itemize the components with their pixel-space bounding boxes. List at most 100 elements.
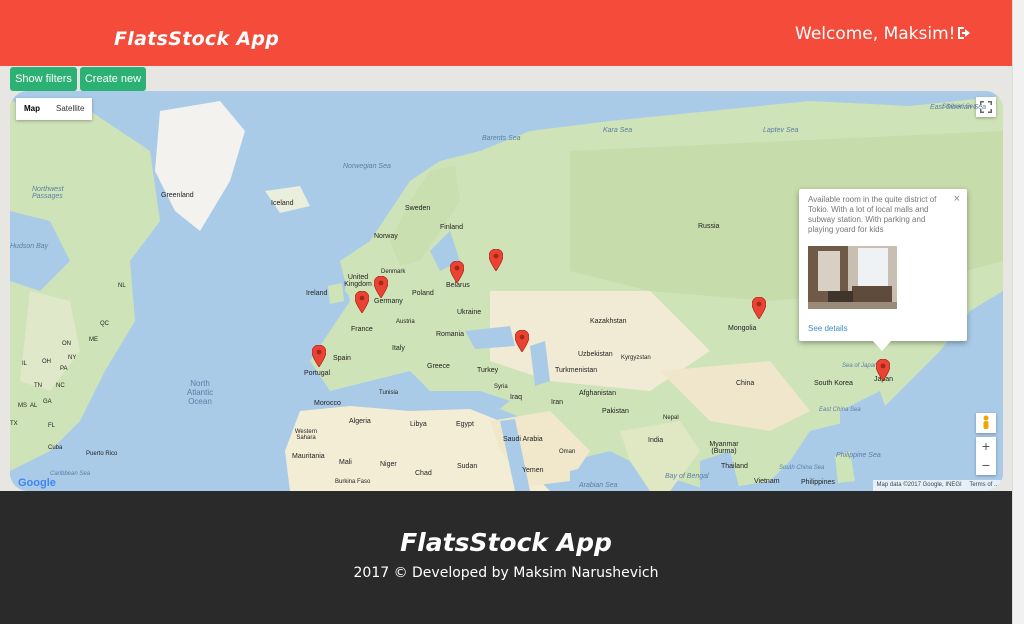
property-description: Available room in the quite district of … xyxy=(808,195,937,234)
label-arabian-sea: Arabian Sea xyxy=(579,482,618,489)
zoom-out-button[interactable]: − xyxy=(976,456,996,475)
label-turkmenistan: Turkmenistan xyxy=(555,367,598,374)
label-morocco: Morocco xyxy=(314,400,341,407)
label-tn: TN xyxy=(34,383,42,389)
brand-logo[interactable]: FlatsStock App xyxy=(114,28,279,50)
map-type-map[interactable]: Map xyxy=(16,98,48,120)
show-filters-button[interactable]: Show filters xyxy=(10,67,77,91)
label-qc: QC xyxy=(100,321,109,327)
label-afghanistan: Afghanistan xyxy=(579,390,616,397)
property-marker[interactable] xyxy=(355,291,369,313)
label-ny: NY xyxy=(68,355,77,361)
label-bay-of-bengal: Bay of Bengal xyxy=(665,473,709,480)
logout-icon[interactable] xyxy=(956,25,972,41)
label-iceland: Iceland xyxy=(271,200,294,207)
label-united-kingdom: United Kingdom xyxy=(344,274,372,288)
label-austria: Austria xyxy=(396,319,415,325)
label-uzbekistan: Uzbekistan xyxy=(578,351,613,358)
label-pa: PA xyxy=(60,366,68,372)
map-view[interactable]: Map Satellite + − Greenland Iceland Norw… xyxy=(10,91,1003,491)
see-details-link[interactable]: See details xyxy=(808,324,848,333)
pegman-icon[interactable] xyxy=(976,413,996,433)
property-marker[interactable] xyxy=(515,330,529,352)
map-type-satellite[interactable]: Satellite xyxy=(48,98,92,120)
label-caribbean-sea: Caribbean Sea xyxy=(50,471,91,477)
label-turkey: Turkey xyxy=(477,367,499,374)
terms-link[interactable]: Terms of ... xyxy=(969,482,999,488)
label-greenland: Greenland xyxy=(161,192,194,199)
label-norway: Norway xyxy=(374,233,398,240)
property-marker[interactable] xyxy=(489,249,503,271)
label-ukraine: Ukraine xyxy=(457,309,482,316)
label-romania: Romania xyxy=(436,331,465,338)
label-libya: Libya xyxy=(410,421,427,428)
welcome-text: Welcome, Maksim! xyxy=(795,24,956,44)
label-russia: Russia xyxy=(698,223,720,230)
label-east-china-sea: East China Sea xyxy=(819,407,861,413)
label-ga: GA xyxy=(43,399,52,405)
label-india: India xyxy=(648,437,664,444)
label-nepal: Nepal xyxy=(663,415,679,421)
label-burkina-faso: Burkina Faso xyxy=(335,479,371,485)
label-portugal: Portugal xyxy=(304,370,331,377)
label-laptev-sea: Laptev Sea xyxy=(763,127,799,134)
label-tx: TX xyxy=(10,421,18,427)
property-marker[interactable] xyxy=(876,359,890,381)
label-chad: Chad xyxy=(415,470,432,477)
zoom-control: + − xyxy=(976,437,996,475)
label-barents-sea: Barents Sea xyxy=(482,135,521,142)
label-kara-sea: Kara Sea xyxy=(603,127,633,134)
label-poland: Poland xyxy=(412,290,434,297)
label-oman: Oman xyxy=(559,449,576,455)
label-cuba: Cuba xyxy=(48,445,63,451)
page-scrollbar[interactable] xyxy=(1012,0,1024,624)
label-kyrgyzstan: Kyrgyzstan xyxy=(621,355,651,361)
label-fl: FL xyxy=(48,423,56,429)
label-china: China xyxy=(736,380,755,387)
label-niger: Niger xyxy=(380,461,397,468)
label-italy: Italy xyxy=(392,345,405,352)
label-spain: Spain xyxy=(333,355,351,362)
label-saudi-arabia: Saudi Arabia xyxy=(503,436,543,443)
label-france: France xyxy=(351,326,373,333)
label-il: IL xyxy=(22,361,28,367)
label-me: ME xyxy=(89,337,98,343)
label-finland: Finland xyxy=(440,224,463,231)
label-greece: Greece xyxy=(427,363,450,370)
label-algeria: Algeria xyxy=(349,418,371,425)
label-ms: MS xyxy=(18,403,27,409)
label-ireland: Ireland xyxy=(306,290,328,297)
property-marker[interactable] xyxy=(752,297,766,319)
label-sudan: Sudan xyxy=(457,463,478,470)
create-new-button[interactable]: Create new xyxy=(80,67,146,91)
label-norwegian-sea: Norwegian Sea xyxy=(343,163,391,170)
label-south-korea: South Korea xyxy=(814,380,853,387)
label-northwest-passages: Northwest Passages xyxy=(32,186,64,200)
map-type-control: Map Satellite xyxy=(16,98,93,120)
property-marker[interactable] xyxy=(450,261,464,283)
label-hudson-bay: Hudson Bay xyxy=(10,243,49,250)
zoom-in-button[interactable]: + xyxy=(976,437,996,456)
label-denmark: Denmark xyxy=(381,269,406,275)
property-photo[interactable] xyxy=(808,246,897,309)
label-germany: Germany xyxy=(374,298,403,305)
close-icon[interactable]: × xyxy=(954,193,960,205)
label-north-atlantic-ocean: North Atlantic Ocean xyxy=(186,379,214,406)
label-nl: NL xyxy=(118,283,126,289)
page-footer: FlatsStock App 2017 © Developed by Maksi… xyxy=(0,491,1012,624)
label-belarus: Belarus xyxy=(446,282,470,289)
property-marker[interactable] xyxy=(374,276,388,298)
label-sweden: Sweden xyxy=(405,205,431,212)
footer-brand: FlatsStock App xyxy=(400,528,612,557)
label-yemen: Yemen xyxy=(522,467,544,474)
label-pakistan: Pakistan xyxy=(602,408,629,415)
label-iran: Iran xyxy=(551,399,564,406)
property-marker[interactable] xyxy=(312,345,326,367)
label-tunisia: Tunisia xyxy=(379,390,399,396)
footer-copyright: 2017 © Developed by Maksim Narushevich xyxy=(353,565,659,581)
label-mongolia: Mongolia xyxy=(728,325,757,332)
label-oh: OH xyxy=(42,359,51,365)
label-al: AL xyxy=(30,403,38,409)
label-philippine-sea: Philippine Sea xyxy=(836,452,881,459)
label-mauritania: Mauritania xyxy=(292,453,325,460)
